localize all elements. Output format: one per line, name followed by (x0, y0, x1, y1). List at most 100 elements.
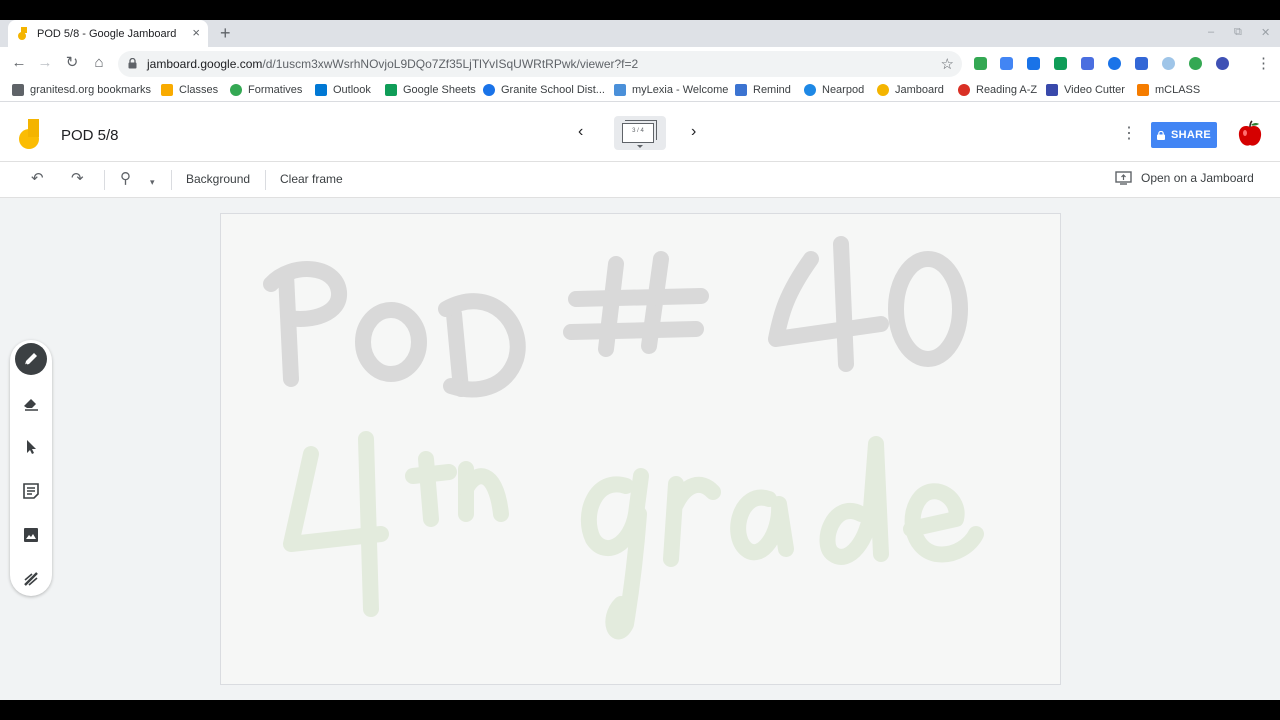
handwriting-drawing (263, 236, 984, 640)
background-button[interactable]: Background (186, 172, 250, 186)
canvas-workspace (0, 198, 1280, 700)
remind-icon (735, 84, 747, 96)
share-label: SHARE (1170, 129, 1211, 141)
laser-icon (24, 572, 38, 586)
undo-icon[interactable]: ↶ (31, 171, 44, 187)
address-bar[interactable]: jamboard.google.com/d/1uscm3xwWsrhNOvjoL… (118, 51, 962, 77)
browser-menu-icon[interactable]: ⋮ (1256, 54, 1271, 72)
bookmark-label: Granite School Dist... (501, 84, 605, 96)
open-on-jamboard-button[interactable]: Open on a Jamboard (1115, 171, 1254, 185)
bookmark-label: Classes (179, 84, 219, 96)
bookmark-label: Nearpod (822, 84, 865, 96)
more-options-icon[interactable]: ⋮ (1121, 123, 1137, 143)
folder-icon (12, 84, 24, 96)
app-header: POD 5/8 ‹ 3 / 4 › ⋮ SHARE (0, 103, 1280, 162)
bookmark-granite-school[interactable]: Granite School Dist... (483, 84, 605, 96)
bookmark-formatives[interactable]: Formatives (230, 84, 302, 96)
extension-drive-icon[interactable] (1000, 57, 1013, 70)
nearpod-icon (804, 84, 816, 96)
extension-screencast-icon[interactable] (1162, 57, 1175, 70)
select-tool[interactable] (15, 431, 47, 463)
url-text[interactable]: jamboard.google.com/d/1uscm3xwWsrhNOvjoL… (147, 57, 638, 71)
extension-translate-icon[interactable] (1081, 57, 1094, 70)
bookmark-outlook[interactable]: Outlook (315, 84, 371, 96)
previous-frame-icon[interactable]: ‹ (578, 123, 583, 141)
sheets-icon (385, 84, 397, 96)
redo-icon[interactable]: ↷ (71, 171, 84, 187)
toolbar-divider (104, 170, 105, 190)
extension-power-icon[interactable] (1189, 57, 1202, 70)
extension-classroom-icon[interactable] (974, 57, 987, 70)
handwriting-line-2 (283, 431, 984, 640)
bookmark-label: Google Sheets (403, 84, 476, 96)
sticky-note-tool[interactable] (15, 475, 47, 507)
tab-title: POD 5/8 - Google Jamboard (37, 27, 177, 40)
next-frame-icon[interactable]: › (691, 123, 696, 141)
avatar[interactable] (1236, 120, 1264, 148)
share-button[interactable]: SHARE (1151, 122, 1217, 148)
bookmark-label: granitesd.org bookmarks (30, 84, 152, 96)
forward-icon[interactable]: → (36, 55, 54, 71)
tab-close-icon[interactable]: × (192, 26, 200, 40)
url-host: jamboard.google.com (147, 57, 263, 71)
url-path: /d/1uscm3xwWsrhNOvjoL9DQo7Zf35LjTlYvISqU… (262, 57, 639, 71)
bookmark-mylexia[interactable]: myLexia - Welcome (614, 84, 728, 96)
jam-frame-canvas[interactable] (220, 213, 1061, 685)
eraser-tool[interactable] (15, 387, 47, 419)
classroom-icon (161, 84, 173, 96)
jamboard-logo-icon (19, 119, 39, 149)
extension-k-icon[interactable] (1216, 57, 1229, 70)
zoom-icon[interactable]: ⚲ (120, 171, 131, 187)
reading-az-icon (958, 84, 970, 96)
video-cutter-icon (1046, 84, 1058, 96)
bookmark-classes[interactable]: Classes (161, 84, 218, 96)
back-icon[interactable]: ← (10, 55, 28, 71)
laser-tool[interactable] (15, 563, 47, 595)
bookmark-nearpod[interactable]: Nearpod (804, 84, 864, 96)
minimize-icon[interactable]: – (1208, 26, 1214, 38)
jamboard-icon (877, 84, 889, 96)
editing-toolbar: ↶ ↷ ⚲ ▾ Background Clear frame Open on a… (0, 162, 1280, 198)
bookmark-reading-az[interactable]: Reading A-Z (958, 84, 1037, 96)
browser-window: POD 5/8 - Google Jamboard × + – ⧉ ✕ ← → … (0, 20, 1280, 700)
zoom-caret-icon[interactable]: ▾ (150, 174, 155, 190)
video-letterbox (0, 700, 1280, 720)
handwriting-line-1 (263, 236, 968, 398)
navigation-bar: ← → ↻ ⌂ jamboard.google.com/d/1uscm3xwWs… (0, 47, 1280, 80)
extension-cast-icon[interactable] (1054, 57, 1067, 70)
bookmark-label: Jamboard (895, 84, 944, 96)
image-tool[interactable] (15, 519, 47, 551)
extension-share-icon[interactable] (1135, 57, 1148, 70)
frame-bar-button[interactable]: 3 / 4 (614, 116, 666, 150)
bookmark-remind[interactable]: Remind (735, 84, 791, 96)
bookmark-label: Outlook (333, 84, 371, 96)
mclass-icon (1137, 84, 1149, 96)
pen-tool[interactable] (15, 343, 47, 375)
image-icon (24, 528, 38, 542)
reload-icon[interactable]: ↻ (63, 55, 81, 71)
restore-icon[interactable]: ⧉ (1234, 26, 1242, 39)
bookmark-jamboard[interactable]: Jamboard (877, 84, 944, 96)
bookmark-mclass[interactable]: mCLASS (1137, 84, 1200, 96)
formative-icon (230, 84, 242, 96)
toolbar-divider (265, 170, 266, 190)
window-close-icon[interactable]: ✕ (1261, 26, 1270, 39)
home-icon[interactable]: ⌂ (90, 55, 108, 71)
granite-icon (483, 84, 495, 96)
extension-megaphone-icon[interactable] (1027, 57, 1040, 70)
clear-frame-button[interactable]: Clear frame (280, 172, 343, 186)
browser-tab[interactable]: POD 5/8 - Google Jamboard × (8, 20, 208, 47)
document-title[interactable]: POD 5/8 (61, 127, 119, 144)
lexia-icon (614, 84, 626, 96)
extension-brush-icon[interactable] (1108, 57, 1121, 70)
bookmark-google-sheets[interactable]: Google Sheets (385, 84, 476, 96)
new-tab-button[interactable]: + (220, 23, 231, 44)
bookmark-granitesd[interactable]: granitesd.org bookmarks (12, 84, 151, 96)
bookmark-label: Remind (753, 84, 791, 96)
open-on-jamboard-label: Open on a Jamboard (1141, 171, 1254, 185)
select-arrow-icon (27, 440, 36, 454)
bookmark-star-icon[interactable]: ☆ (941, 55, 954, 73)
pen-icon (24, 353, 37, 366)
bookmark-video-cutter[interactable]: Video Cutter (1046, 84, 1125, 96)
tool-palette (10, 340, 52, 596)
